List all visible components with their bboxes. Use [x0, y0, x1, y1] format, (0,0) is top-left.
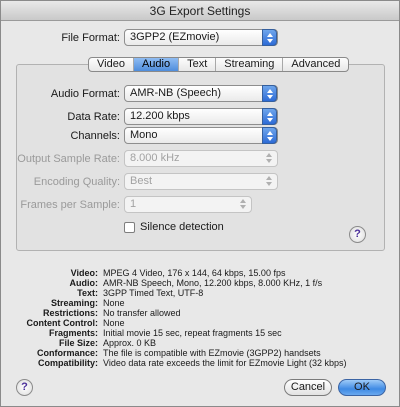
file-format-label: File Format:: [61, 32, 120, 44]
data-rate-label: Data Rate:: [67, 111, 120, 123]
output-sample-rate-label: Output Sample Rate:: [17, 153, 120, 165]
ok-button[interactable]: OK: [338, 379, 386, 396]
dialog-help-button[interactable]: ?: [16, 379, 33, 396]
data-rate-popup[interactable]: 12.200 kbps: [124, 108, 278, 125]
output-sample-rate-value: 8.000 kHz: [130, 152, 180, 164]
summary-value: Video data rate exceeds the limit for EZ…: [103, 358, 347, 368]
tab-audio[interactable]: Audio: [132, 58, 179, 71]
frames-per-sample-value: 1: [130, 198, 137, 210]
window-title: 3G Export Settings: [1, 1, 399, 21]
help-icon: ?: [21, 381, 28, 393]
channels-value: Mono: [130, 129, 158, 141]
frames-per-sample-popup[interactable]: 1: [124, 196, 252, 213]
cancel-button[interactable]: Cancel: [284, 379, 332, 396]
popup-arrows-icon: [236, 196, 251, 213]
tab-streaming[interactable]: Streaming: [215, 58, 282, 71]
export-settings-window: 3G Export Settings File Format: 3GPP2 (E…: [0, 0, 400, 407]
audio-format-popup[interactable]: AMR-NB (Speech): [124, 85, 278, 102]
audio-help-button[interactable]: ?: [349, 226, 366, 243]
popup-arrows-icon: [262, 127, 277, 144]
file-format-popup[interactable]: 3GPP2 (EZmovie): [124, 29, 278, 46]
channels-popup[interactable]: Mono: [124, 127, 278, 144]
popup-arrows-icon: [262, 150, 277, 167]
tab-video[interactable]: Video: [89, 58, 133, 71]
popup-arrows-icon: [262, 85, 277, 102]
popup-arrows-icon: [262, 108, 277, 125]
audio-format-label: Audio Format:: [50, 88, 120, 100]
file-format-value: 3GPP2 (EZmovie): [130, 31, 220, 43]
silence-detection-checkbox[interactable]: [124, 222, 135, 233]
popup-arrows-icon: [262, 29, 277, 46]
encoding-quality-value: Best: [130, 175, 153, 187]
popup-arrows-icon: [262, 173, 277, 190]
tab-advanced[interactable]: Advanced: [282, 58, 348, 71]
output-sample-rate-popup[interactable]: 8.000 kHz: [124, 150, 278, 167]
help-icon: ?: [354, 228, 361, 240]
channels-label: Channels:: [70, 130, 120, 142]
encoding-quality-label: Encoding Quality:: [33, 176, 120, 188]
encoding-quality-popup[interactable]: Best: [124, 173, 278, 190]
summary-key: Compatibility:: [38, 358, 98, 368]
silence-detection-label: Silence detection: [140, 221, 224, 233]
data-rate-value: 12.200 kbps: [130, 110, 190, 122]
frames-per-sample-label: Frames per Sample:: [20, 199, 120, 211]
audio-format-value: AMR-NB (Speech): [130, 87, 222, 99]
tab-text[interactable]: Text: [178, 58, 215, 71]
settings-tabs: Video Audio Text Streaming Advanced: [88, 57, 350, 72]
